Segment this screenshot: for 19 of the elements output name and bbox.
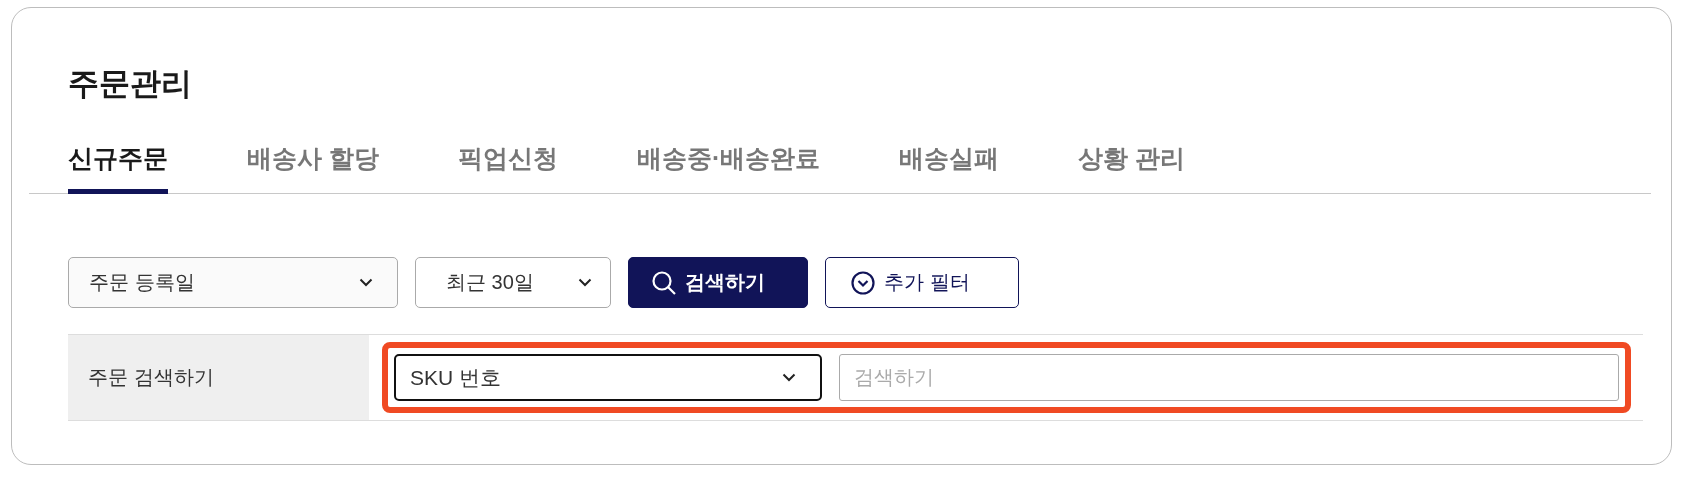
tab[interactable]: 배송중·배송완료 <box>636 136 821 194</box>
chevron-down-icon <box>359 278 373 287</box>
search-button[interactable]: 검색하기 <box>628 257 808 308</box>
tab[interactable]: 상황 관리 <box>1078 136 1186 194</box>
search-label: 주문 검색하기 <box>87 365 214 390</box>
search-icon <box>651 269 677 296</box>
period-dropdown[interactable]: 최근 30일 <box>415 257 611 308</box>
chevron-down-icon <box>578 278 592 287</box>
chevron-circle-icon <box>850 269 876 296</box>
tab[interactable]: 픽업신청 <box>457 136 558 194</box>
search-field[interactable]: 검색하기 <box>839 354 1619 401</box>
tab[interactable]: 신규주문 <box>68 136 168 194</box>
page-title: 주문관리 <box>68 65 193 103</box>
tab[interactable]: 배송사 할당 <box>247 136 379 194</box>
chevron-down-icon <box>782 373 796 382</box>
date-type-dropdown[interactable]: 주문 등록일 <box>68 257 398 308</box>
tab[interactable]: 배송실패 <box>899 136 1000 194</box>
field-type-dropdown[interactable]: SKU 번호 <box>394 354 822 401</box>
more-filter-button[interactable]: 추가 필터 <box>825 257 1019 308</box>
